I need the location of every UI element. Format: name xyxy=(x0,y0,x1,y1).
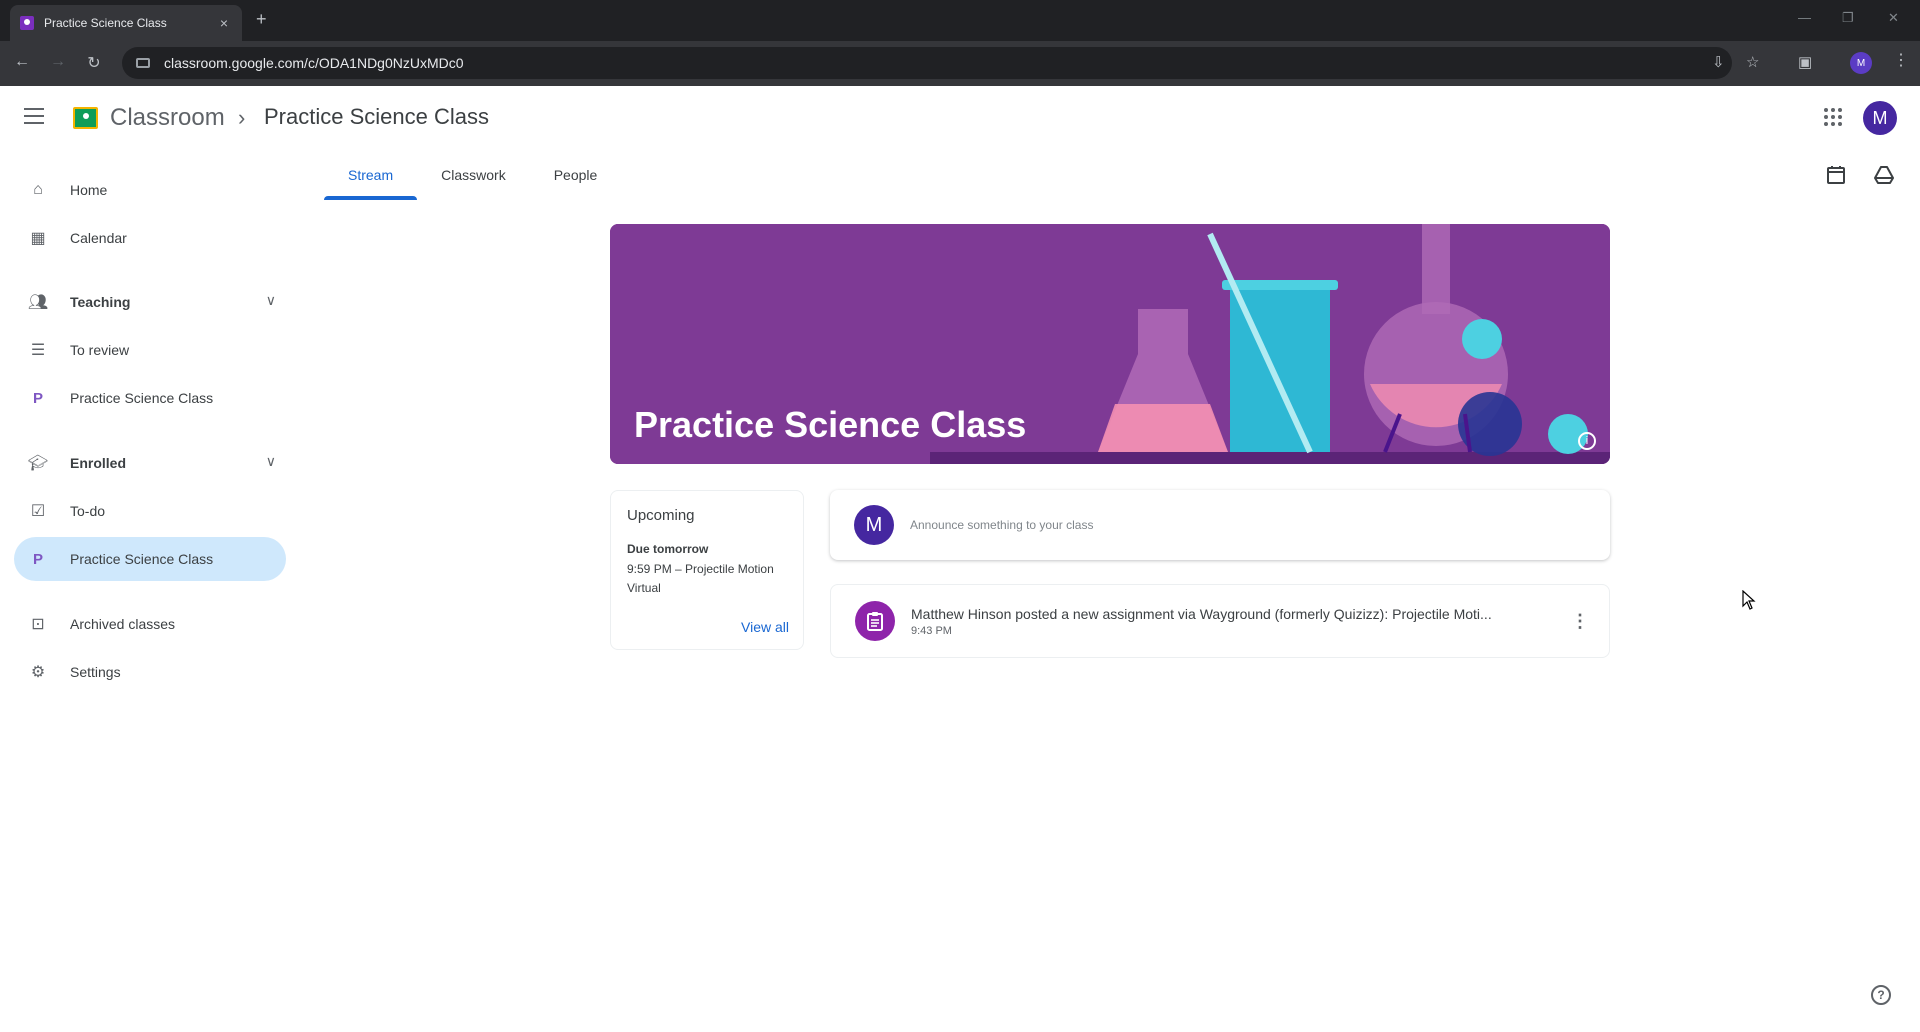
sidebar-section-label: Enrolled xyxy=(70,455,127,471)
browser-tab-title: Practice Science Class xyxy=(44,16,167,30)
bookmark-star-icon[interactable]: ☆ xyxy=(1746,53,1759,71)
class-letter-icon: P xyxy=(32,389,43,407)
archive-icon: ⊡ xyxy=(31,616,45,633)
post-time: 9:43 PM xyxy=(911,624,952,637)
classroom-favicon-icon xyxy=(20,16,34,30)
page-title[interactable]: Practice Science Class xyxy=(264,104,489,130)
post-title[interactable]: Matthew Hinson posted a new assignment v… xyxy=(911,606,1541,622)
forward-icon[interactable]: → xyxy=(48,53,68,71)
assignment-icon xyxy=(855,601,895,641)
class-tabs: Stream Classwork People xyxy=(324,150,621,200)
sidebar-item-label: Calendar xyxy=(70,230,127,246)
site-info-icon[interactable] xyxy=(136,58,150,68)
close-window-icon[interactable]: ✕ xyxy=(1888,10,1899,26)
install-app-icon[interactable]: ⇩ xyxy=(1712,53,1725,71)
upcoming-due: Due tomorrow xyxy=(627,542,709,556)
brand-name[interactable]: Classroom xyxy=(110,104,225,132)
info-icon[interactable]: i xyxy=(1578,432,1596,450)
browser-tab[interactable]: Practice Science Class × xyxy=(10,5,242,41)
sidebar-item-home[interactable]: ⌂ Home xyxy=(14,168,286,212)
teaching-icon: 👥︎ xyxy=(27,294,49,311)
calendar-icon: ▦ xyxy=(30,230,46,247)
browser-toolbar: ← → ↻ classroom.google.com/c/ODA1NDg0NzU… xyxy=(0,41,1920,86)
tab-stream[interactable]: Stream xyxy=(324,150,418,200)
sidebar-item-enrolled-class[interactable]: P Practice Science Class xyxy=(14,537,286,581)
gear-icon: ⚙ xyxy=(30,664,46,681)
back-icon[interactable]: ← xyxy=(12,53,32,71)
announce-box[interactable]: M Announce something to your class xyxy=(830,490,1610,560)
upcoming-item[interactable]: 9:59 PM – Projectile Motion xyxy=(627,560,787,579)
to-review-icon: ☰ xyxy=(30,342,46,359)
minimize-icon[interactable]: — xyxy=(1798,10,1811,25)
sidebar-item-label: Practice Science Class xyxy=(70,551,214,567)
upcoming-card: Upcoming Due tomorrow 9:59 PM – Projecti… xyxy=(610,490,804,650)
post-body: Matthew Hinson posted a new assignment v… xyxy=(911,606,1565,637)
browser-profile-avatar[interactable]: M xyxy=(1850,52,1872,74)
chevron-down-icon[interactable]: ∨ xyxy=(266,292,276,309)
announce-placeholder[interactable]: Announce something to your class xyxy=(910,518,1093,532)
view-all-link[interactable]: View all xyxy=(741,619,789,635)
sidebar-item-teaching-class[interactable]: P Practice Science Class xyxy=(14,376,286,420)
new-tab-icon[interactable]: + xyxy=(256,9,267,30)
sidebar-item-to-do[interactable]: ☑ To-do xyxy=(14,489,286,533)
reload-icon[interactable]: ↻ xyxy=(84,53,104,73)
tab-classwork[interactable]: Classwork xyxy=(417,150,530,200)
upcoming-title: Upcoming xyxy=(627,507,695,524)
sidebar-item-label: Archived classes xyxy=(70,616,176,632)
class-banner: Practice Science Class i xyxy=(610,224,1610,464)
sidebar-item-label: To review xyxy=(70,342,130,358)
sidebar-item-settings[interactable]: ⚙ Settings xyxy=(14,650,286,694)
close-tab-icon[interactable]: × xyxy=(216,15,232,31)
to-do-icon: ☑ xyxy=(30,503,46,520)
sidebar-item-label: Settings xyxy=(70,664,121,680)
sidebar-item-label: Practice Science Class xyxy=(70,390,214,406)
sidebar-item-label: To-do xyxy=(70,503,106,519)
mouse-cursor-icon xyxy=(1742,590,1756,610)
class-letter-icon: P xyxy=(32,550,43,568)
app-header: Classroom › Practice Science Class M xyxy=(0,86,1920,150)
sidebar-item-calendar[interactable]: ▦ Calendar xyxy=(14,216,286,260)
google-apps-icon[interactable] xyxy=(1824,108,1842,126)
tab-people[interactable]: People xyxy=(530,150,622,200)
sidebar-item-to-review[interactable]: ☰ To review xyxy=(14,328,286,372)
sidebar-section-enrolled[interactable]: 🎓︎ Enrolled ∨ xyxy=(14,441,286,485)
more-options-icon[interactable]: ⋮ xyxy=(1565,611,1595,632)
sidebar-section-teaching[interactable]: 👥︎ Teaching ∨ xyxy=(14,280,286,324)
side-panel-icon[interactable]: ▣ xyxy=(1798,53,1812,71)
sidebar-section-label: Teaching xyxy=(70,294,131,310)
google-calendar-icon[interactable] xyxy=(1826,165,1846,185)
account-avatar[interactable]: M xyxy=(1863,101,1897,135)
classroom-logo-icon[interactable] xyxy=(73,107,98,129)
breadcrumb-separator: › xyxy=(238,105,246,130)
upcoming-item[interactable]: Virtual xyxy=(627,579,787,598)
enrolled-icon: 🎓︎ xyxy=(27,455,49,472)
chevron-down-icon[interactable]: ∨ xyxy=(266,453,276,470)
main-menu-icon[interactable] xyxy=(24,108,44,124)
browser-tab-strip: Practice Science Class × + — ❐ ✕ xyxy=(0,0,1920,41)
help-icon[interactable]: ? xyxy=(1871,985,1891,1005)
browser-menu-icon[interactable]: ⋮ xyxy=(1893,50,1909,70)
banner-title: Practice Science Class xyxy=(634,404,1027,445)
sidebar-item-label: Home xyxy=(70,182,108,198)
google-drive-icon[interactable] xyxy=(1874,165,1894,185)
address-bar[interactable]: classroom.google.com/c/ODA1NDg0NzUxMDc0 … xyxy=(122,47,1759,79)
sidebar-item-archived[interactable]: ⊡ Archived classes xyxy=(14,602,286,646)
stream-post[interactable]: Matthew Hinson posted a new assignment v… xyxy=(830,584,1610,658)
restore-icon[interactable]: ❐ xyxy=(1842,10,1854,26)
url-text: classroom.google.com/c/ODA1NDg0NzUxMDc0 xyxy=(164,55,464,71)
avatar: M xyxy=(854,505,894,545)
home-icon: ⌂ xyxy=(33,181,43,198)
